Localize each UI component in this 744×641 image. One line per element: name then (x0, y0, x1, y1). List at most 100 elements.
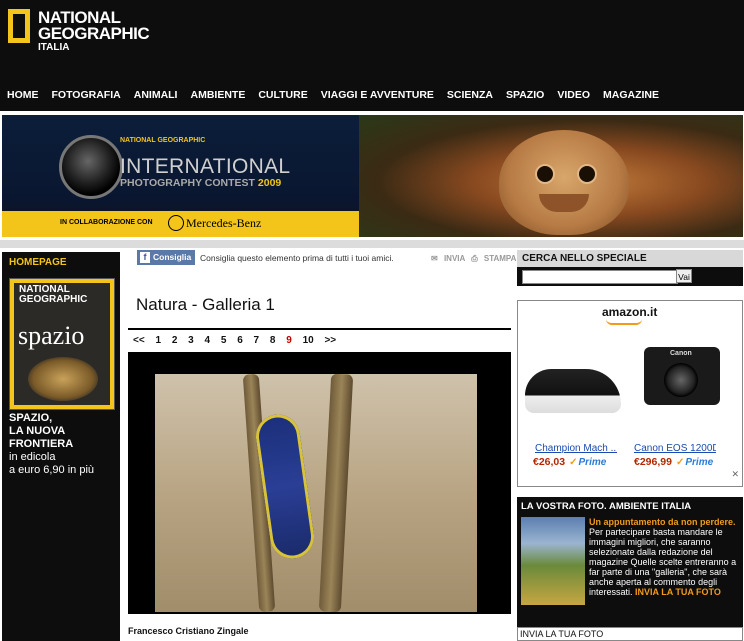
search-button[interactable]: Vai (676, 269, 692, 283)
price-value: €26,03 (533, 456, 566, 468)
pager-page[interactable]: 2 (172, 335, 178, 346)
logo-line3: ITALIA (38, 42, 70, 53)
product-price: €296,99 Prime (634, 456, 713, 468)
banner-brand: NATIONAL GEOGRAPHIC (120, 137, 206, 144)
camera-image: Canon (644, 347, 720, 405)
facebook-icon: f (140, 252, 150, 263)
nav-magazine[interactable]: MAGAZINE (596, 86, 665, 104)
product-name-link[interactable]: Canon EOS 1200D ... (634, 443, 716, 454)
amazon-logo[interactable]: amazon.it (602, 305, 657, 319)
product-name-link[interactable]: Champion Mach ... (535, 443, 617, 454)
nav-home[interactable]: HOME (0, 86, 45, 104)
pager-page[interactable]: 10 (303, 335, 314, 346)
photo-frame (128, 352, 511, 614)
homepage-link[interactable]: HOMEPAGE (2, 252, 120, 273)
nav-video[interactable]: VIDEO (550, 86, 596, 104)
pager-page[interactable]: 7 (254, 335, 260, 346)
product-card[interactable] (521, 329, 625, 437)
pager-page[interactable]: 3 (188, 335, 194, 346)
orangutan-photo (359, 115, 743, 237)
collab-text: IN COLLABORAZIONE CON (60, 219, 153, 226)
search-input[interactable] (522, 270, 678, 284)
product-price: €26,03Prime (533, 456, 606, 468)
nav-animali[interactable]: ANIMALI (127, 86, 184, 104)
camera-brand: Canon (670, 350, 692, 357)
banner-subtitle-text: PHOTOGRAPHY CONTEST (120, 177, 255, 189)
search-box: CERCA NELLO SPECIALE Vai (517, 250, 743, 286)
prime-badge: Prime (676, 457, 713, 468)
banner-year: 2009 (257, 177, 282, 189)
pager-page-current[interactable]: 9 (286, 335, 292, 346)
price-value: €296,99 (634, 456, 672, 468)
pager-prev[interactable]: << (133, 335, 145, 346)
your-photo-box: LA VOSTRA FOTO. AMBIENTE ITALIA Un appun… (517, 497, 743, 629)
magazine-caption[interactable]: SPAZIO, LA NUOVA FRONTIERA in edicola a … (9, 412, 120, 477)
gallery-title: Natura - Galleria 1 (136, 295, 275, 314)
amazon-smile-icon (606, 319, 642, 325)
search-heading: CERCA NELLO SPECIALE (517, 250, 743, 267)
separator-bar (0, 240, 744, 248)
orangutan-face (499, 130, 629, 235)
orangutan-mouth (539, 194, 589, 212)
nav-culture[interactable]: CULTURE (251, 86, 313, 104)
share-row: f Consiglia Consiglia questo elemento pr… (137, 250, 517, 268)
magazine-brand: NATIONAL GEOGRAPHIC (19, 284, 88, 305)
prime-badge: Prime (569, 457, 606, 468)
pager-next[interactable]: >> (324, 335, 336, 346)
fb-social-text: Consiglia questo elemento prima di tutti… (200, 253, 394, 263)
contest-banner[interactable]: NATIONAL GEOGRAPHIC INTERNATIONAL PHOTOG… (2, 115, 743, 237)
banner-subtitle: PHOTOGRAPHY CONTEST 2009 (120, 177, 281, 189)
site-header: NATIONAL GEOGRAPHIC ITALIA HOME FOTOGRAF… (0, 0, 744, 111)
envelope-icon: ✉ (431, 254, 438, 263)
nav-scienza[interactable]: SCIENZA (440, 86, 499, 104)
main-nav: HOME FOTOGRAFIA ANIMALI AMBIENTE CULTURE… (0, 86, 665, 104)
nav-viaggi[interactable]: VIAGGI E AVVENTURE (314, 86, 440, 104)
nav-fotografia[interactable]: FOTOGRAFIA (45, 86, 127, 104)
logo-line2: GEOGRAPHIC (38, 24, 150, 43)
fb-label: Consiglia (153, 252, 192, 262)
pager-page[interactable]: 1 (155, 335, 161, 346)
pager-page[interactable]: 4 (205, 335, 211, 346)
nat-geo-logo-frame-icon[interactable] (8, 9, 30, 43)
close-icon[interactable]: ✕ (731, 469, 739, 480)
facebook-like-button[interactable]: f Consiglia (137, 250, 195, 265)
sponsor-strip: IN COLLABORAZIONE CON Mercedes-Benz (2, 211, 359, 237)
share-tools: ✉ INVIA ⎙ STAMPA (427, 254, 516, 264)
pager-page[interactable]: 8 (270, 335, 276, 346)
mercedes-star-icon (168, 215, 184, 231)
amazon-ad: amazon.it Canon Champion Mach ... €26,03… (517, 300, 743, 487)
caption-line1: SPAZIO, (9, 412, 53, 424)
pager-page[interactable]: 5 (221, 335, 227, 346)
nav-spazio[interactable]: SPAZIO (499, 86, 550, 104)
gallery-pager: << 1 2 3 4 5 6 7 8 9 10 >> (133, 335, 344, 346)
landscape-thumbnail[interactable] (521, 517, 585, 605)
magazine-title: spazio (18, 321, 85, 350)
site-logo[interactable]: NATIONAL GEOGRAPHIC ITALIA (38, 9, 150, 54)
caption-line2: LA NUOVA FRONTIERA (9, 425, 74, 450)
print-link[interactable]: STAMPA (484, 254, 517, 263)
highlight-text: Un appuntamento da non perdere. (589, 517, 736, 527)
pager-page[interactable]: 6 (237, 335, 243, 346)
banner-title: INTERNATIONAL (120, 155, 291, 178)
camera-lens-icon (59, 135, 123, 199)
send-photo-button[interactable]: INVIA LA TUA FOTO (517, 627, 743, 641)
gallery-photo[interactable] (155, 374, 477, 612)
printer-icon: ⎙ (471, 254, 478, 263)
product-card[interactable]: Canon (630, 329, 734, 437)
camera-lens-icon (664, 363, 698, 397)
title-divider (128, 328, 511, 330)
send-photo-link[interactable]: INVIA LA TUA FOTO (635, 587, 721, 597)
plant-stem (318, 374, 354, 612)
caption-line4: a euro 6,90 in più (9, 464, 95, 476)
nav-ambiente[interactable]: AMBIENTE (183, 86, 251, 104)
orangutan-eye-icon (577, 164, 597, 184)
sneaker-image (525, 369, 621, 413)
sponsor-name: Mercedes-Benz (186, 216, 262, 230)
caption-line3: in edicola (9, 451, 56, 463)
your-photo-heading: LA VOSTRA FOTO. AMBIENTE ITALIA (521, 501, 692, 512)
left-sidebar: HOMEPAGE NATIONAL GEOGRAPHIC spazio SPAZ… (2, 252, 120, 641)
orangutan-eye-icon (535, 164, 555, 184)
send-link[interactable]: INVIA (444, 254, 465, 263)
photo-credit: Francesco Cristiano Zingale (128, 626, 249, 636)
magazine-cover[interactable]: NATIONAL GEOGRAPHIC spazio (9, 278, 115, 410)
